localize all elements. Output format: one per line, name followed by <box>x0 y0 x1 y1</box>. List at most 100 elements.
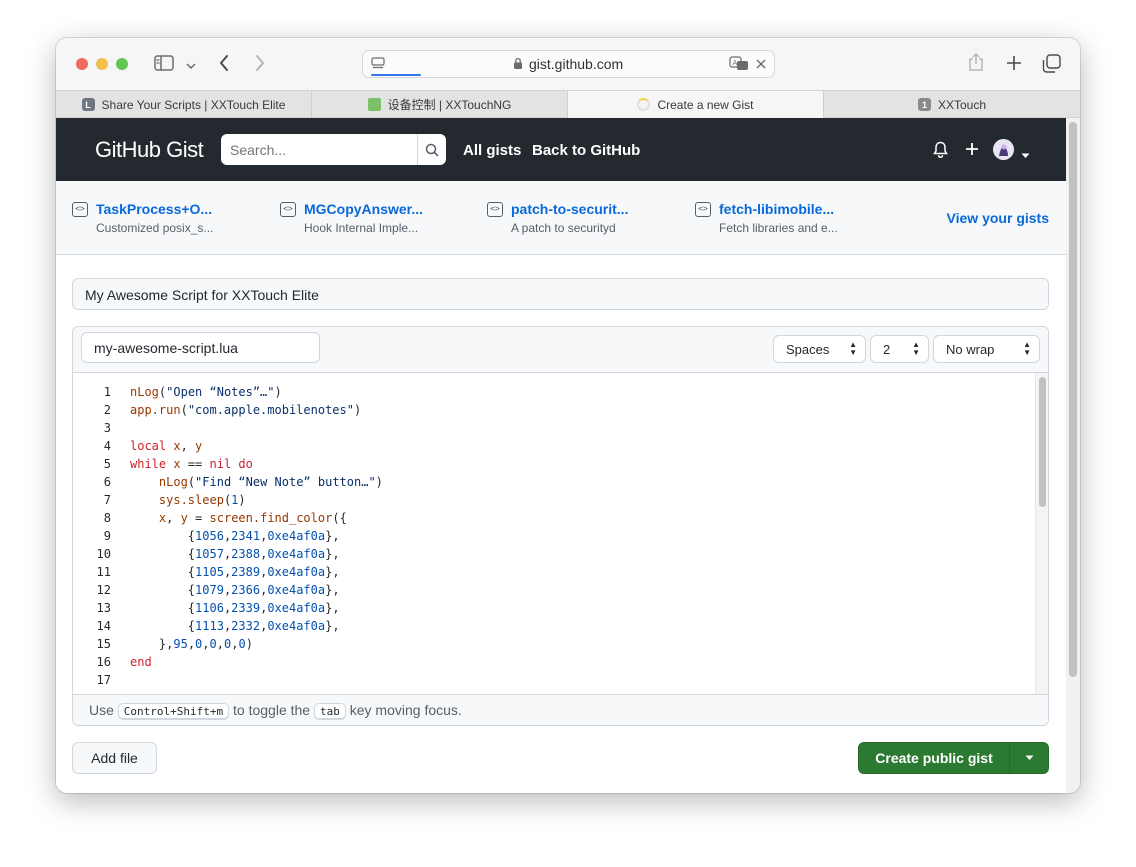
code-text: end <box>130 655 152 669</box>
github-gist-logo[interactable]: GitHub Gist <box>95 137 204 163</box>
address-bar[interactable]: gist.github.com A <box>362 50 775 78</box>
hint-suffix: key moving focus. <box>349 702 462 718</box>
indent-size-select[interactable]: 2 ▲ ▼ <box>870 335 929 363</box>
page-scrollbar[interactable] <box>1066 118 1080 793</box>
search-input[interactable] <box>221 134 417 165</box>
line-number: 4 <box>103 439 111 453</box>
code-text: nLog("Find “New Note” button…") <box>158 475 383 489</box>
share-icon[interactable] <box>968 52 984 77</box>
code-text: {1056,2341,0xe4af0a}, <box>130 529 340 543</box>
indent-mode-select[interactable]: Spaces ▲ ▼ <box>773 335 866 363</box>
create-public-gist-label: Create public gist <box>875 750 993 766</box>
zoom-window-button[interactable] <box>116 58 128 70</box>
tab-key-kbd: tab <box>313 703 346 720</box>
search-field[interactable] <box>221 134 446 165</box>
bell-icon[interactable] <box>933 141 948 163</box>
code-line: 11 {1105,2389,0xe4af0a}, <box>73 563 1033 581</box>
line-number: 5 <box>103 457 111 471</box>
code-line: 10 {1057,2388,0xe4af0a}, <box>73 545 1033 563</box>
browser-tab[interactable]: 1 XXTouch <box>824 91 1080 118</box>
select-arrows-icon: ▲ ▼ <box>912 340 920 357</box>
wrap-mode-select[interactable]: No wrap ▲ ▼ <box>933 335 1040 363</box>
code-text: {1113,2332,0xe4af0a}, <box>130 619 340 633</box>
new-tab-icon[interactable] <box>1006 55 1022 76</box>
search-icon <box>425 143 439 157</box>
line-number: 2 <box>103 403 111 417</box>
close-window-button[interactable] <box>76 58 88 70</box>
translate-icon[interactable]: A <box>729 56 749 76</box>
editor-scrollbar[interactable] <box>1035 373 1048 694</box>
sidebar-toggle-icon[interactable] <box>154 55 174 76</box>
code-square-icon: <> <box>72 202 88 217</box>
tab-overview-icon[interactable] <box>1042 54 1061 78</box>
file-editor-header: my-awesome-script.lua Spaces ▲ ▼ 2 ▲ ▼ No … <box>73 327 1048 373</box>
line-number: 11 <box>96 565 111 579</box>
code-line: 2 app.run("com.apple.mobilenotes") <box>73 401 1033 419</box>
nav-all-gists[interactable]: All gists <box>463 142 521 159</box>
line-number: 3 <box>103 421 111 435</box>
code-text: },95,0,0,0,0) <box>130 637 253 651</box>
code-line: 12 {1079,2366,0xe4af0a}, <box>73 581 1033 599</box>
code-text: {1105,2389,0xe4af0a}, <box>130 565 340 579</box>
code-line: 4 local x, y <box>73 437 1033 455</box>
tab-label: Create a new Gist <box>657 97 754 112</box>
filename-input[interactable]: my-awesome-script.lua <box>81 332 320 363</box>
tab-favicon-icon: 1 <box>917 98 931 111</box>
lock-icon <box>513 57 523 75</box>
pinned-gist-title[interactable]: TaskProcess+O... <box>96 201 212 217</box>
minimize-window-button[interactable] <box>96 58 108 70</box>
create-public-gist-button[interactable]: Create public gist <box>859 743 1009 773</box>
caret-down-icon[interactable] <box>1021 146 1030 164</box>
search-button[interactable] <box>417 134 446 165</box>
line-number: 13 <box>96 601 111 615</box>
code-editor[interactable]: 1 nLog("Open “Notes”…") 2 app.run("com.app… <box>73 373 1048 694</box>
pinned-gist-title[interactable]: MGCopyAnswer... <box>304 201 423 217</box>
loading-spinner-icon <box>637 98 651 111</box>
url-text: gist.github.com <box>529 56 624 72</box>
pinned-gist-title[interactable]: patch-to-securit... <box>511 201 628 217</box>
indent-mode-value: Spaces <box>786 342 830 357</box>
pinned-gist-title[interactable]: fetch-libimobile... <box>719 201 834 217</box>
shortcut-kbd: Control+Shift+m <box>117 703 230 720</box>
line-number: 10 <box>96 547 111 561</box>
visibility-dropdown-button[interactable] <box>1009 743 1048 773</box>
line-number: 7 <box>103 493 111 507</box>
avatar[interactable] <box>993 139 1014 160</box>
code-square-icon: <> <box>280 202 296 217</box>
browser-tab-active[interactable]: Create a new Gist <box>568 91 824 118</box>
hint-prefix: Use <box>89 702 114 718</box>
chevron-down-icon[interactable] <box>186 57 196 75</box>
close-icon[interactable] <box>755 57 767 75</box>
indent-size-value: 2 <box>883 342 891 357</box>
back-icon[interactable] <box>218 54 230 77</box>
line-number: 14 <box>96 619 111 633</box>
forward-icon[interactable] <box>254 54 266 77</box>
wrap-mode-value: No wrap <box>946 342 995 357</box>
line-number: 8 <box>103 511 111 525</box>
code-line: 8 x, y = screen.find_color({ <box>73 509 1033 527</box>
select-arrows-icon: ▲ ▼ <box>1023 340 1031 357</box>
page-scrollbar-thumb[interactable] <box>1069 122 1077 677</box>
code-text: {1106,2339,0xe4af0a}, <box>130 601 340 615</box>
tab-favicon-icon <box>367 98 381 111</box>
browser-tab-bar: L Share Your Scripts | XXTouch Elite 设备控… <box>56 90 1080 118</box>
browser-tab[interactable]: L Share Your Scripts | XXTouch Elite <box>56 91 312 118</box>
caret-down-icon <box>1025 755 1033 760</box>
view-your-gists-link[interactable]: View your gists <box>947 210 1049 226</box>
add-file-button[interactable]: Add file <box>72 742 157 774</box>
line-number: 9 <box>103 529 111 543</box>
code-line: 13 {1106,2339,0xe4af0a}, <box>73 599 1033 617</box>
page-menu-icon[interactable] <box>371 57 385 75</box>
pinned-gists-bar: <> TaskProcess+O... Customized posix_s..… <box>56 181 1066 255</box>
editor-scrollbar-thumb[interactable] <box>1039 377 1046 507</box>
line-number: 17 <box>96 673 111 687</box>
pinned-gist-desc: Hook Internal Imple... <box>304 221 419 235</box>
line-number: 15 <box>96 637 111 651</box>
gist-description-input[interactable]: My Awesome Script for XXTouch Elite <box>72 278 1049 310</box>
code-text: {1079,2366,0xe4af0a}, <box>130 583 340 597</box>
browser-tab[interactable]: 设备控制 | XXTouchNG <box>312 91 568 118</box>
code-text: app.run("com.apple.mobilenotes") <box>130 403 362 417</box>
plus-icon[interactable] <box>965 142 979 161</box>
gist-header: GitHub Gist All gists Back to GitHub <box>56 118 1080 181</box>
nav-back-to-github[interactable]: Back to GitHub <box>532 142 640 159</box>
